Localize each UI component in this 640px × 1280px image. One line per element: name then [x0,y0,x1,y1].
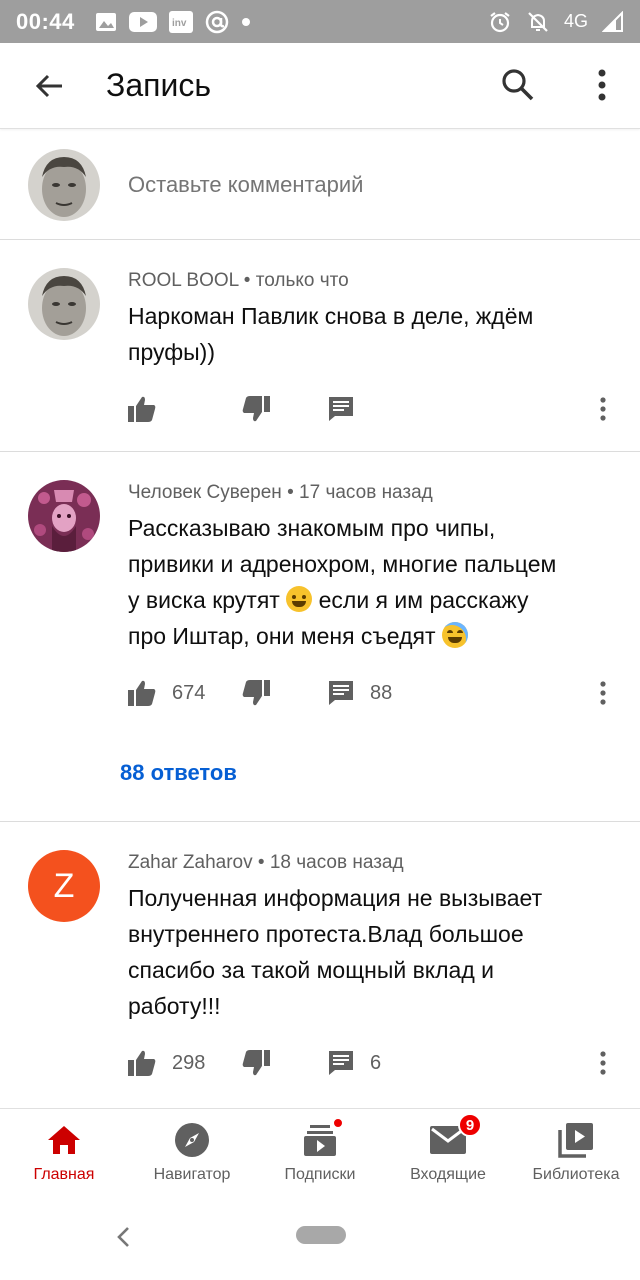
more-vert-icon [600,397,606,421]
comment-more-button[interactable] [600,1038,606,1088]
like-button[interactable] [128,384,172,434]
chevron-left-icon [117,1227,129,1247]
inbox-count-badge: 9 [458,1113,482,1137]
new-content-badge [332,1117,344,1129]
invideo-icon: inv [168,10,193,33]
reply-button[interactable] [328,384,370,434]
status-system-icons: 4G [488,10,624,34]
search-button[interactable] [490,57,546,113]
comment-time: только что [255,270,349,291]
comment-author[interactable]: Человек Суверен [128,482,282,503]
view-replies-link[interactable]: 88 ответов [120,760,237,786]
comment-icon [329,681,353,705]
comment-item: ROOL BOOL • только что Наркоман Павлик с… [0,240,640,452]
gallery-icon [95,12,116,31]
comment-author[interactable]: Zahar Zaharov [128,852,253,873]
youtube-icon [128,11,157,32]
comment-actions: 298 6 [120,1038,630,1088]
add-comment-row [0,130,640,240]
avatar[interactable] [28,480,100,552]
comment-actions [120,384,630,434]
comment-time: 17 часов назад [299,482,433,503]
nav-item-library[interactable]: Библиотека [512,1109,640,1194]
bell-off-icon [528,11,548,32]
network-type: 4G [563,11,588,31]
nav-item-subscriptions[interactable]: Подписки [256,1109,384,1194]
like-count: 298 [172,1051,206,1074]
comment-text: Рассказываю знакомым про чипы, привики и… [128,515,557,649]
status-bar: 00:44 inv 4G [0,0,640,43]
reply-count: 88 [370,681,393,704]
page-title: Запись [106,67,211,103]
comment-item: Человек Суверен • 17 часов назад Рассказ… [0,452,640,822]
comment-author[interactable]: ROOL BOOL [128,270,239,291]
like-button[interactable]: 674 [128,668,205,718]
back-button[interactable] [18,54,82,118]
thumb-down-icon [242,396,270,422]
thumb-up-icon [128,396,156,422]
comment-input[interactable] [128,171,588,198]
thumb-up-icon [128,1050,156,1076]
subscriptions-icon [304,1125,336,1156]
comment-actions: 674 88 [120,668,630,718]
app-bar: Запись [0,43,640,129]
comment-meta: Zahar Zaharov • 18 часов назад [128,852,404,873]
avatar[interactable]: Z [28,850,100,922]
library-icon [558,1123,593,1158]
comment-meta: Человек Суверен • 17 часов назад [128,482,433,503]
avatar [28,148,100,221]
at-icon [205,10,229,33]
thumb-up-icon [128,680,156,706]
search-icon [502,69,534,101]
alarm-icon [490,11,510,32]
avatar[interactable] [28,268,100,340]
reply-button[interactable]: 6 [328,1038,381,1088]
back-arrow-icon [35,74,62,97]
more-vert-icon [600,681,606,705]
dislike-button[interactable] [242,668,270,718]
dot-icon [241,17,250,26]
comment-more-button[interactable] [600,384,606,434]
reply-button[interactable]: 88 [328,668,392,718]
signal-icon [602,10,623,32]
thumb-down-icon [242,1050,270,1076]
status-time: 00:44 [16,8,75,34]
comment-icon [329,397,353,421]
comment-icon [329,1051,353,1075]
system-back-button[interactable] [108,1222,138,1252]
nav-item-inbox[interactable]: 9 Входящие [384,1109,512,1194]
dislike-button[interactable] [242,1038,270,1088]
home-icon [48,1126,80,1154]
nav-item-home[interactable]: Главная [0,1109,128,1194]
system-home-pill[interactable] [296,1226,346,1244]
comment-more-button[interactable] [600,668,606,718]
system-navigation-bar [0,1194,640,1280]
avatar-letter: Z [53,866,75,905]
reply-count: 6 [370,1051,382,1074]
bottom-navigation: Главная Навигатор Подписки 9 Входящие Би… [0,1108,640,1194]
comment-meta: ROOL BOOL • только что [128,270,349,291]
comment-text: Наркоман Павлик снова в деле, ждём пруфы… [128,303,534,365]
grinning-sweat-emoji [286,586,313,612]
comment-item: Z Zahar Zaharov • 18 часов назад Получен… [0,822,640,1108]
comment-time: 18 часов назад [269,852,404,873]
compass-icon [175,1123,209,1157]
tears-of-joy-emoji [441,622,468,648]
like-button[interactable]: 298 [128,1038,205,1088]
svg-text:inv: inv [172,18,187,29]
status-notification-icons: inv [95,10,251,34]
nav-item-explore[interactable]: Навигатор [128,1109,256,1194]
more-options-button[interactable] [574,57,630,113]
more-vert-icon [600,1051,606,1075]
comment-text: Полученная информация не вызывает внутре… [128,885,543,1019]
dislike-button[interactable] [242,384,270,434]
more-vert-icon [598,69,606,101]
thumb-down-icon [242,680,270,706]
like-count: 674 [172,681,206,704]
